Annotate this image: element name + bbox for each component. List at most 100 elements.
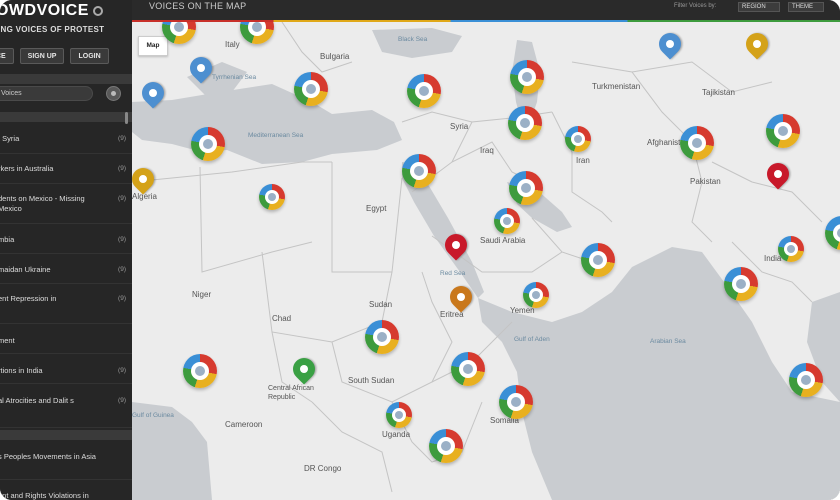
country-label: Niger bbox=[192, 290, 212, 299]
list-item-count: (9) bbox=[118, 367, 126, 374]
list-item-label: maidan Ukraine bbox=[0, 265, 51, 274]
sidebar-section-header bbox=[0, 430, 132, 440]
sidebar: OWDVOICE ING VOICES OF PROTEST ICE SIGN … bbox=[0, 0, 132, 500]
list-item-label: mbia bbox=[0, 235, 15, 244]
sea-label: Red Sea bbox=[440, 270, 466, 277]
voice-cluster-marker[interactable] bbox=[451, 352, 485, 386]
voice-cluster-marker[interactable] bbox=[294, 72, 328, 106]
sea-label: Arabian Sea bbox=[650, 338, 686, 345]
list-item[interactable]: ment bbox=[0, 324, 132, 354]
globe-icon bbox=[92, 5, 103, 16]
sea-label: Gulf of Guinea bbox=[132, 412, 174, 419]
country-label: South Sudan bbox=[348, 376, 395, 385]
voice-cluster-marker[interactable] bbox=[402, 154, 436, 188]
list-item-label: ent Repression in bbox=[0, 294, 57, 303]
country-label: Cameroon bbox=[225, 420, 263, 429]
country-label: DR Congo bbox=[304, 464, 342, 473]
list-item-count: (9) bbox=[118, 165, 126, 172]
top-bar: VOICES ON THE MAP Filter Voices by: REGI… bbox=[132, 0, 840, 20]
list-item[interactable]: s Peoples Movements in Asia bbox=[0, 442, 132, 480]
list-item-count: (9) bbox=[118, 295, 126, 302]
country-label: Iran bbox=[576, 156, 590, 165]
sidebar-scrollbar[interactable] bbox=[125, 112, 128, 124]
search-input[interactable]: Voices bbox=[0, 86, 93, 101]
sign-up-button[interactable]: SIGN UP bbox=[19, 48, 65, 64]
list-item[interactable]: maidan Ukraine (9) bbox=[0, 254, 132, 284]
country-label: Egypt bbox=[366, 204, 387, 213]
map-canvas[interactable]: Map Italy Bulgaria Turkmenistan Tajikist… bbox=[132, 22, 840, 500]
voice-cluster-marker[interactable] bbox=[499, 385, 533, 419]
voice-cluster-marker[interactable] bbox=[565, 126, 591, 152]
list-item-label: rtions in India bbox=[0, 366, 43, 375]
voice-button[interactable]: ICE bbox=[0, 48, 14, 64]
login-button[interactable]: LOGIN bbox=[70, 48, 109, 64]
brand-name: OWDVOICE bbox=[0, 2, 89, 19]
country-label: Turkmenistan bbox=[592, 82, 641, 91]
list-item[interactable]: al Atrocities and Dalit s (9) bbox=[0, 384, 132, 428]
voice-cluster-marker[interactable] bbox=[365, 320, 399, 354]
voice-cluster-marker[interactable] bbox=[386, 402, 412, 428]
list-item-count: (9) bbox=[118, 236, 126, 243]
country-label: Uganda bbox=[382, 430, 411, 439]
search-row: Voices bbox=[0, 86, 125, 104]
country-label: Pakistan bbox=[690, 177, 721, 186]
list-item-count: (9) bbox=[118, 266, 126, 273]
voice-cluster-marker[interactable] bbox=[494, 208, 520, 234]
list-item-count: (9) bbox=[118, 135, 126, 142]
sea-label: Tyrrhenian Sea bbox=[212, 74, 257, 81]
sea-label: Mediterranean Sea bbox=[248, 132, 304, 139]
voice-cluster-marker[interactable] bbox=[789, 363, 823, 397]
list-item[interactable]: dents on Mexico - Missing Mexico (9) bbox=[0, 184, 132, 224]
country-label: Central African Republic bbox=[268, 385, 314, 401]
voice-cluster-marker[interactable] bbox=[581, 243, 615, 277]
list-item-count: (9) bbox=[118, 195, 126, 202]
country-label: Syria bbox=[450, 122, 469, 131]
list-item-label: dents on Mexico - Missing Mexico bbox=[0, 194, 85, 213]
voice-cluster-marker[interactable] bbox=[407, 74, 441, 108]
voice-cluster-marker[interactable] bbox=[510, 60, 544, 94]
list-item-label: ent and Rights Violations in bbox=[0, 491, 89, 500]
country-label: Algeria bbox=[132, 192, 157, 201]
brand-logo[interactable]: OWDVOICE bbox=[0, 2, 103, 20]
voice-cluster-marker[interactable] bbox=[183, 354, 217, 388]
list-item[interactable]: t Syria (9) bbox=[0, 124, 132, 154]
voice-cluster-marker[interactable] bbox=[766, 114, 800, 148]
country-label: Tajikistan bbox=[702, 88, 735, 97]
voice-cluster-marker[interactable] bbox=[509, 171, 543, 205]
voice-cluster-marker[interactable] bbox=[523, 282, 549, 308]
country-label: Bulgaria bbox=[320, 52, 350, 61]
list-item-count: (9) bbox=[118, 397, 126, 404]
sea-label: Black Sea bbox=[398, 36, 428, 43]
theme-select[interactable]: THEME bbox=[788, 2, 824, 12]
voice-cluster-marker[interactable] bbox=[778, 236, 804, 262]
list-item-label: t Syria bbox=[0, 134, 20, 143]
app-frame: OWDVOICE ING VOICES OF PROTEST ICE SIGN … bbox=[0, 0, 840, 500]
voices-section-header bbox=[0, 112, 132, 122]
list-item-label: al Atrocities and Dalit s bbox=[0, 396, 74, 405]
country-label: Iraq bbox=[480, 146, 494, 155]
filter-label: Filter Voices by: bbox=[674, 3, 717, 9]
list-item[interactable]: mbia (9) bbox=[0, 224, 132, 254]
country-label: Sudan bbox=[369, 300, 393, 309]
voice-cluster-marker[interactable] bbox=[508, 106, 542, 140]
country-label: Italy bbox=[225, 40, 240, 49]
brand-tagline: ING VOICES OF PROTEST bbox=[0, 25, 105, 34]
list-item[interactable]: rkers in Australia (9) bbox=[0, 154, 132, 184]
list-item[interactable]: ent and Rights Violations in bbox=[0, 480, 132, 500]
page-title: VOICES ON THE MAP bbox=[149, 1, 247, 11]
country-label: Chad bbox=[272, 314, 292, 323]
list-item-label: ment bbox=[0, 336, 15, 345]
voice-cluster-marker[interactable] bbox=[724, 267, 758, 301]
list-item-label: s Peoples Movements in Asia bbox=[0, 452, 96, 461]
list-item[interactable]: rtions in India (9) bbox=[0, 354, 132, 384]
list-item[interactable]: ent Repression in (9) bbox=[0, 284, 132, 324]
search-icon[interactable] bbox=[106, 86, 121, 101]
voice-cluster-marker[interactable] bbox=[191, 127, 225, 161]
region-select[interactable]: REGION bbox=[738, 2, 780, 12]
voice-cluster-marker[interactable] bbox=[259, 184, 285, 210]
voice-cluster-marker[interactable] bbox=[680, 126, 714, 160]
map-type-toggle[interactable]: Map bbox=[138, 36, 168, 56]
auth-buttons: ICE SIGN UP LOGIN bbox=[0, 48, 109, 64]
sea-label: Gulf of Aden bbox=[514, 336, 550, 343]
voice-cluster-marker[interactable] bbox=[429, 429, 463, 463]
